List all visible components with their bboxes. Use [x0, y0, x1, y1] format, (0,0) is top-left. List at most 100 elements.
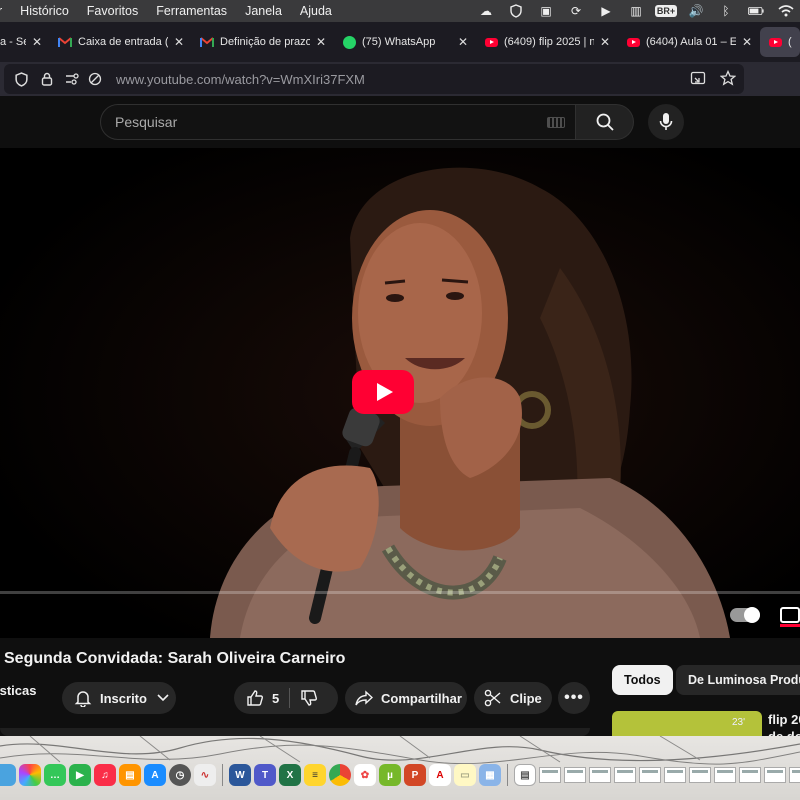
lock-icon[interactable] [38, 70, 56, 88]
chrome-icon[interactable] [329, 764, 351, 786]
minimized-window[interactable] [739, 767, 761, 783]
virtual-keyboard-icon[interactable] [547, 116, 565, 128]
progress-bar[interactable] [0, 591, 800, 594]
word-icon[interactable]: W [229, 764, 251, 786]
video-player[interactable] [0, 148, 800, 638]
menu-item-window[interactable]: Janela [236, 4, 291, 18]
reader-view-icon[interactable] [690, 70, 706, 91]
close-icon[interactable]: ✕ [174, 35, 184, 49]
channel-name[interactable]: ísticas [0, 683, 36, 698]
battery-icon[interactable] [748, 4, 764, 18]
cloud-icon[interactable]: ☁ [478, 4, 494, 18]
shield-icon[interactable] [508, 4, 524, 18]
acrobat-icon[interactable]: A [429, 764, 451, 786]
subtitles-icon[interactable] [780, 607, 800, 623]
minimized-window[interactable] [764, 767, 786, 783]
permissions-icon[interactable] [64, 70, 82, 88]
scissors-icon [484, 689, 502, 707]
like-dislike-group: 5 [234, 682, 338, 714]
search-box[interactable]: Pesquisar [100, 104, 576, 140]
bookmark-star-icon[interactable] [719, 69, 737, 91]
dislike-button[interactable] [300, 689, 318, 707]
menu-item-bookmarks[interactable]: Favoritos [78, 4, 147, 18]
description-box-edge[interactable] [0, 728, 590, 736]
subscribed-label: Inscrito [100, 690, 147, 706]
tracking-blocked-icon[interactable] [86, 70, 104, 88]
close-icon[interactable]: ✕ [742, 35, 752, 49]
close-icon[interactable]: ✕ [316, 35, 326, 49]
keyboard-layout-badge[interactable]: BR+ [654, 4, 678, 18]
tab-label: Definição de prazo [220, 36, 310, 48]
minimized-window[interactable] [714, 767, 736, 783]
books-icon[interactable]: ▤ [119, 764, 141, 786]
url-text: www.youtube.com/watch?v=WmXIri37FXM [116, 71, 365, 87]
tab-1[interactable]: Caixa de entrada (5 ✕ [50, 27, 192, 57]
chip-all[interactable]: Todos [612, 665, 673, 695]
voice-search-button[interactable] [648, 104, 684, 140]
excel-icon[interactable]: X [279, 764, 301, 786]
memory-icon[interactable]: ▥ [628, 4, 644, 18]
shield-icon[interactable] [12, 70, 30, 88]
search-input[interactable]: Pesquisar [115, 114, 547, 130]
address-bar[interactable]: www.youtube.com/watch?v=WmXIri37FXM [4, 64, 744, 94]
music-icon[interactable]: ♫ [94, 764, 116, 786]
close-icon[interactable]: ✕ [32, 35, 42, 49]
minimized-window[interactable] [614, 767, 636, 783]
minimized-window[interactable] [539, 767, 561, 783]
teams-icon[interactable]: T [254, 764, 276, 786]
tab-2[interactable]: Definição de prazo ✕ [192, 27, 334, 57]
document-icon[interactable]: ▤ [514, 764, 536, 786]
minimized-window[interactable] [639, 767, 661, 783]
menu-bar: r Histórico Favoritos Ferramentas Janela… [0, 0, 800, 22]
clock-icon[interactable]: ◷ [169, 764, 191, 786]
close-icon[interactable]: ✕ [458, 35, 468, 49]
chip-channel[interactable]: De Luminosa Produç [676, 665, 800, 695]
tab-3[interactable]: (75) WhatsApp ✕ [334, 27, 476, 57]
play-button[interactable] [352, 370, 414, 414]
tab-0[interactable]: a - Se ✕ [0, 27, 50, 57]
like-count: 5 [272, 690, 280, 706]
screen: r Histórico Favoritos Ferramentas Janela… [0, 0, 800, 800]
autoplay-toggle[interactable] [730, 607, 760, 623]
activity-monitor-icon[interactable]: ∿ [194, 764, 216, 786]
like-divider [289, 688, 291, 708]
maps-icon[interactable] [0, 764, 16, 786]
notes-alt-icon[interactable]: ▭ [454, 764, 476, 786]
menu-item-help[interactable]: Ajuda [291, 4, 341, 18]
preview-icon[interactable]: ▦ [479, 764, 501, 786]
minimized-window[interactable] [689, 767, 711, 783]
messages-icon[interactable]: … [44, 764, 66, 786]
minimized-window[interactable] [564, 767, 586, 783]
clip-button[interactable]: Clipe [474, 682, 552, 714]
minimized-window[interactable] [589, 767, 611, 783]
close-icon[interactable]: ✕ [600, 35, 610, 49]
teams-status-icon[interactable]: ▣ [538, 4, 554, 18]
like-button[interactable]: 5 [234, 682, 279, 714]
tab-4[interactable]: (6409) flip 2025 | n ✕ [476, 27, 618, 57]
thumbs-down-icon [301, 690, 318, 706]
facetime-icon[interactable]: ▶ [69, 764, 91, 786]
search-button[interactable] [576, 104, 634, 140]
wifi-icon[interactable] [778, 4, 794, 18]
utorrent-icon[interactable]: µ [379, 764, 401, 786]
subscribed-button[interactable]: Inscrito [62, 682, 176, 714]
powerpoint-icon[interactable]: P [404, 764, 426, 786]
share-button[interactable]: Compartilhar [345, 682, 467, 714]
more-icon: ••• [564, 689, 584, 706]
sync-icon[interactable]: ⟳ [568, 4, 584, 18]
more-actions-button[interactable]: ••• [558, 682, 590, 714]
tab-6-active[interactable]: (64 [760, 27, 800, 57]
menu-item-tools[interactable]: Ferramentas [147, 4, 236, 18]
menu-item-prev[interactable]: r [0, 4, 11, 18]
volume-icon[interactable]: 🔊 [688, 4, 704, 18]
play-circle-icon[interactable]: ▶ [598, 4, 614, 18]
photos-alt-icon[interactable]: ✿ [354, 764, 376, 786]
menu-item-history[interactable]: Histórico [11, 4, 78, 18]
photos-icon[interactable] [19, 764, 41, 786]
app-store-icon[interactable]: A [144, 764, 166, 786]
bluetooth-icon[interactable]: ᛒ [718, 4, 734, 18]
notes-icon[interactable]: ≡ [304, 764, 326, 786]
tab-5[interactable]: (6404) Aula 01 – Es ✕ [618, 27, 760, 57]
minimized-window[interactable] [664, 767, 686, 783]
minimized-window[interactable] [789, 767, 800, 783]
